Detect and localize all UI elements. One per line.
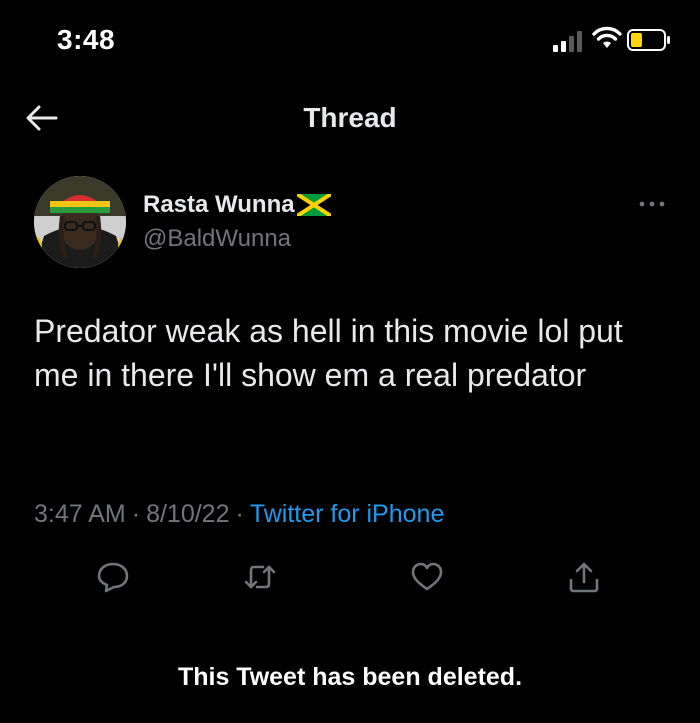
status-bar: 3:48 xyxy=(0,0,700,86)
share-icon[interactable] xyxy=(567,560,601,594)
tweet-time: 3:47 AM xyxy=(34,500,126,528)
jamaica-flag-emoji xyxy=(296,194,331,216)
page-title: Thread xyxy=(303,102,397,133)
nav-header: Thread xyxy=(0,90,700,146)
screen: 3:48 Thread Rasta Wunna @BaldWunna Preda… xyxy=(0,0,700,723)
author-block[interactable]: Rasta Wunna @BaldWunna xyxy=(143,189,331,253)
more-options-button[interactable] xyxy=(636,194,668,214)
reply-icon[interactable] xyxy=(96,560,130,594)
deleted-tweet-notice: This Tweet has been deleted. xyxy=(177,663,523,691)
battery-icon xyxy=(627,29,670,51)
tweet-meta: 3:47 AM · 8/10/22 · Twitter for iPhone xyxy=(34,500,444,529)
meta-separator: · xyxy=(235,500,244,528)
like-icon[interactable] xyxy=(410,560,444,594)
tweet-source-link[interactable]: Twitter for iPhone xyxy=(250,500,445,528)
tweet-text: Predator weak as hell in this movie lol … xyxy=(34,313,623,393)
status-time: 3:48 xyxy=(57,24,116,55)
handle: @BaldWunna xyxy=(143,225,292,252)
signal-icon xyxy=(553,31,582,52)
wifi-icon xyxy=(592,26,622,48)
display-name: Rasta Wunna xyxy=(143,191,295,218)
tweet-date: 8/10/22 xyxy=(146,500,230,528)
display-name-row: Rasta Wunna xyxy=(143,189,331,221)
more-dots-icon xyxy=(639,201,665,207)
retweet-icon[interactable] xyxy=(243,560,277,594)
meta-separator: · xyxy=(131,500,141,528)
avatar[interactable] xyxy=(34,176,126,268)
avatar-image xyxy=(34,176,126,268)
